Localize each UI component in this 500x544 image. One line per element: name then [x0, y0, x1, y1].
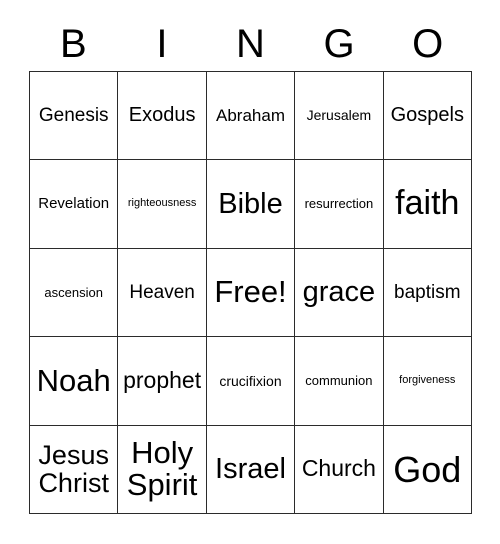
bingo-cell-label: faith: [395, 184, 460, 223]
header-letter-n: N: [236, 21, 265, 66]
bingo-cell-label: grace: [302, 276, 376, 309]
bingo-cell-label: Abraham: [216, 105, 285, 125]
bingo-cell-label: Genesis: [38, 104, 109, 126]
bingo-cell-label: Exodus: [128, 104, 196, 127]
bingo-card: B I N G O Genesis Exodus Abraham Jerusal…: [0, 0, 500, 544]
bingo-cell-label: ascension: [44, 284, 103, 300]
bingo-cell-o4[interactable]: forgiveness: [383, 337, 472, 426]
bingo-cell-g4[interactable]: communion: [295, 337, 384, 426]
header-letter-g: G: [323, 21, 355, 66]
bingo-cell-label: resurrection: [304, 196, 374, 212]
bingo-cell-g1[interactable]: Jerusalem: [295, 72, 384, 161]
bingo-cell-g3[interactable]: grace: [295, 248, 384, 338]
bingo-cell-b5[interactable]: Jesus Christ: [30, 425, 119, 514]
bingo-cell-g5[interactable]: Church: [295, 425, 384, 514]
bingo-cell-label: Heaven: [129, 281, 195, 303]
bingo-cell-i1[interactable]: Exodus: [118, 72, 207, 161]
bingo-cell-b1[interactable]: Genesis: [30, 72, 119, 161]
bingo-cell-label: communion: [305, 373, 373, 389]
header-letter-i: I: [156, 21, 168, 66]
bingo-cell-label: Revelation: [38, 195, 110, 213]
header-letter-b: B: [59, 21, 87, 66]
bingo-cell-n1[interactable]: Abraham: [206, 72, 296, 161]
bingo-cell-i3[interactable]: Heaven: [118, 248, 207, 338]
bingo-cell-label: crucifixion: [219, 372, 282, 389]
bingo-cell-i2[interactable]: righteousness: [118, 160, 207, 249]
bingo-cell-label: righteousness: [127, 197, 197, 210]
bingo-cell-label: Jerusalem: [306, 107, 372, 124]
bingo-cell-i4[interactable]: prophet: [118, 337, 207, 426]
bingo-cell-n5[interactable]: Israel: [206, 425, 296, 514]
bingo-cell-n4[interactable]: crucifixion: [206, 337, 296, 426]
bingo-cell-label: baptism: [394, 281, 461, 303]
bingo-cell-label: God: [393, 448, 462, 490]
bingo-cell-o2[interactable]: faith: [383, 160, 472, 249]
bingo-cell-free-space[interactable]: Free!: [206, 248, 296, 338]
bingo-cell-b4[interactable]: Noah: [30, 337, 119, 426]
bingo-cell-label: prophet: [123, 366, 202, 393]
bingo-cell-b3[interactable]: ascension: [30, 248, 119, 338]
bingo-cell-label: forgiveness: [399, 374, 456, 387]
header-letter-o: O: [412, 21, 444, 66]
bingo-header-row: B I N G O: [29, 16, 472, 71]
free-space-label: Free!: [214, 274, 287, 310]
bingo-cell-i5[interactable]: Holy Spirit: [118, 425, 207, 514]
bingo-cell-label: Israel: [215, 453, 286, 486]
bingo-grid: Genesis Exodus Abraham Jerusalem Gospels…: [29, 71, 472, 514]
bingo-cell-o5[interactable]: God: [383, 425, 472, 514]
bingo-cell-n2[interactable]: Bible: [206, 160, 296, 249]
bingo-cell-label: Noah: [36, 362, 111, 398]
bingo-cell-label: Jesus Christ: [38, 440, 109, 499]
bingo-cell-label: Holy Spirit: [126, 435, 198, 503]
bingo-cell-label: Church: [301, 455, 376, 482]
bingo-cell-o1[interactable]: Gospels: [383, 72, 472, 161]
bingo-cell-o3[interactable]: baptism: [383, 248, 472, 338]
bingo-cell-label: Bible: [218, 188, 283, 221]
bingo-cell-g2[interactable]: resurrection: [295, 160, 384, 249]
bingo-cell-b2[interactable]: Revelation: [30, 160, 119, 249]
bingo-cell-label: Gospels: [390, 104, 464, 127]
